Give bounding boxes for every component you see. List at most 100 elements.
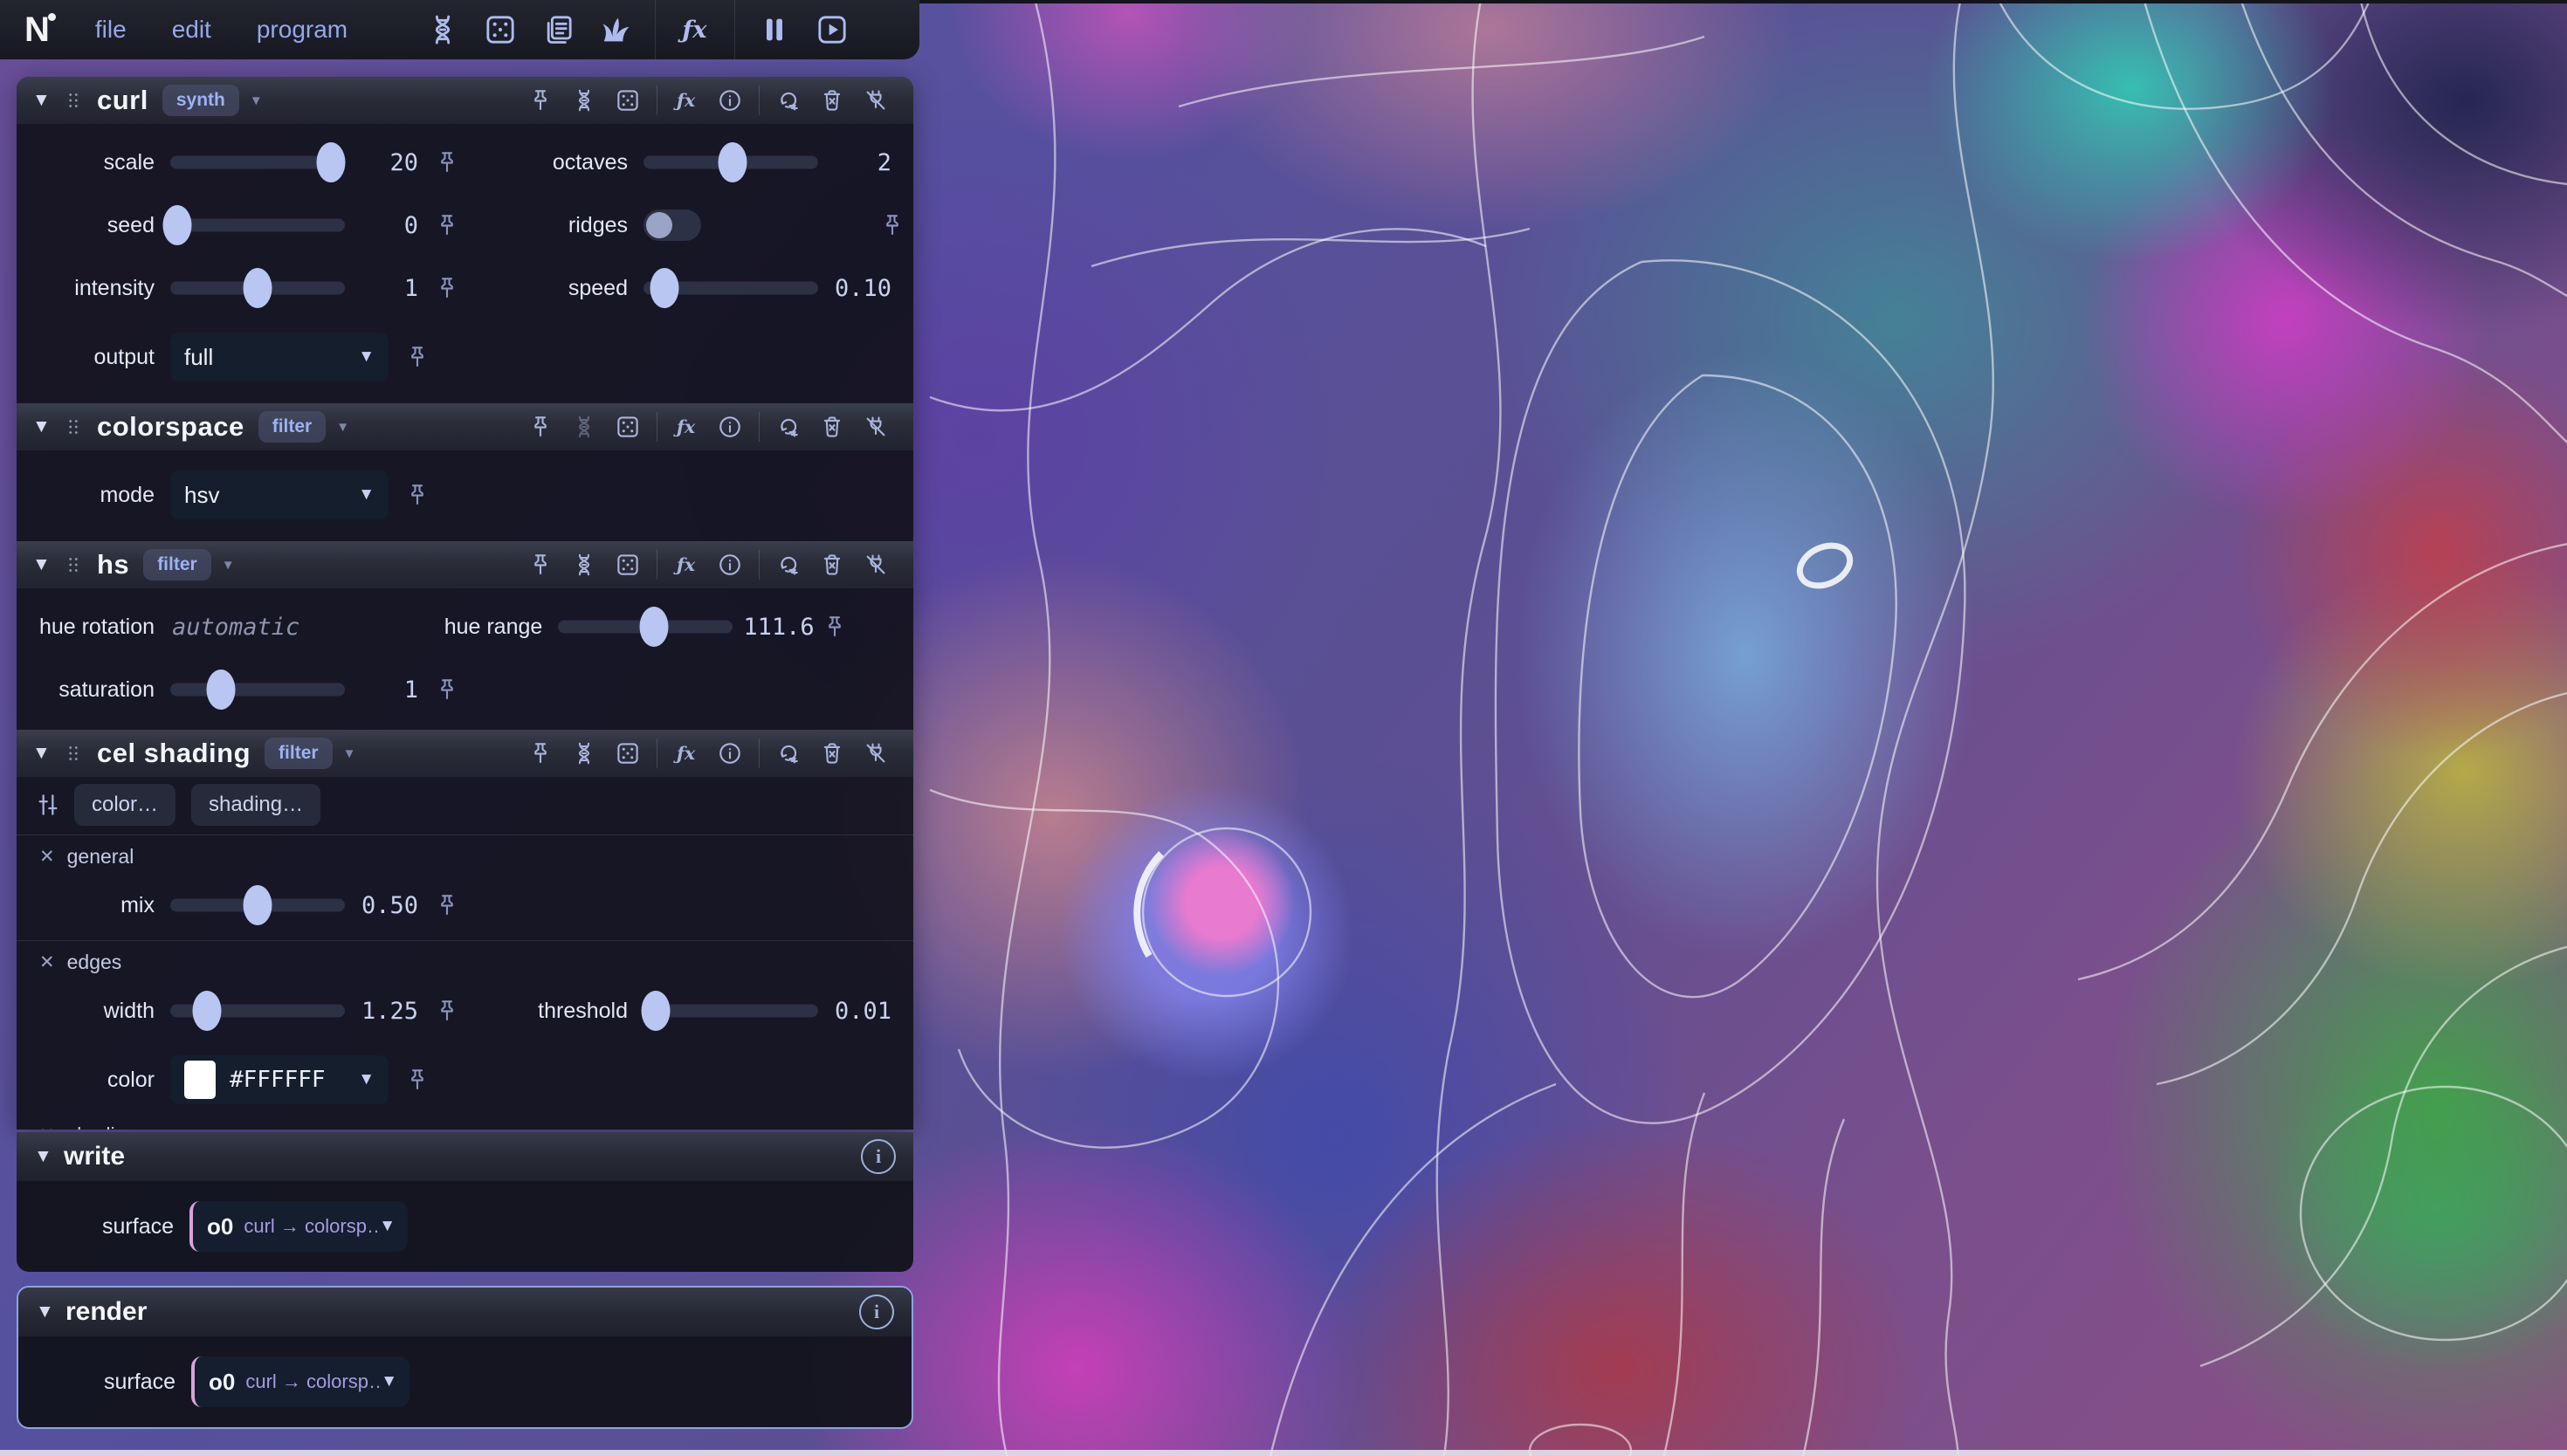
fx-icon[interactable] <box>672 551 700 579</box>
copy-icon[interactable] <box>539 10 577 49</box>
dice-icon[interactable] <box>614 413 642 441</box>
dna-icon[interactable] <box>570 86 598 114</box>
node-type-badge[interactable]: filter <box>265 738 333 769</box>
menu-file[interactable]: file <box>95 16 127 44</box>
edge-color-dropdown[interactable]: #FFFFFF ▼ <box>170 1055 389 1104</box>
play-icon[interactable] <box>813 10 851 49</box>
pin-icon[interactable] <box>526 413 554 441</box>
dice-icon[interactable] <box>481 10 520 49</box>
pin-icon[interactable] <box>907 275 913 301</box>
delete-icon[interactable] <box>818 739 846 767</box>
section-close-icon[interactable]: ✕ <box>39 846 55 868</box>
node-type-badge[interactable]: filter <box>143 549 211 580</box>
hue-range-slider[interactable] <box>558 606 733 648</box>
ridges-toggle[interactable] <box>643 209 701 241</box>
section-close-icon[interactable]: ✕ <box>39 951 55 973</box>
badge-caret-icon[interactable]: ▼ <box>222 558 235 573</box>
bypass-icon[interactable] <box>862 86 890 114</box>
bypass-icon[interactable] <box>862 413 890 441</box>
node-type-badge[interactable]: synth <box>162 85 239 116</box>
info-icon[interactable] <box>716 739 744 767</box>
info-icon[interactable] <box>716 86 744 114</box>
collapse-icon[interactable]: ▼ <box>32 416 62 437</box>
seed-slider[interactable] <box>170 204 345 246</box>
section-label: general <box>67 845 134 869</box>
dice-icon[interactable] <box>614 86 642 114</box>
render-surface-dropdown[interactable]: o0 curl → colorsp… ▼ <box>191 1356 409 1407</box>
pin-icon[interactable] <box>907 998 913 1024</box>
pin-icon[interactable] <box>907 149 913 175</box>
bypass-icon[interactable] <box>862 551 890 579</box>
grass-icon[interactable] <box>596 10 635 49</box>
menu-edit[interactable]: edit <box>172 16 211 44</box>
cycle-icon[interactable] <box>774 739 802 767</box>
cycle-icon[interactable] <box>774 551 802 579</box>
delete-icon[interactable] <box>818 86 846 114</box>
output-dropdown[interactable]: full ▼ <box>170 333 389 381</box>
bypass-icon[interactable] <box>862 739 890 767</box>
badge-caret-icon[interactable]: ▼ <box>336 420 349 435</box>
pin-icon[interactable] <box>526 551 554 579</box>
pin-icon[interactable] <box>434 892 460 918</box>
info-icon[interactable] <box>716 551 744 579</box>
dice-icon[interactable] <box>614 739 642 767</box>
drag-handle-icon[interactable] <box>62 552 85 578</box>
pause-icon[interactable] <box>755 10 794 49</box>
drag-handle-icon[interactable] <box>62 87 85 113</box>
collapse-icon[interactable]: ▼ <box>32 90 62 111</box>
dna-icon[interactable] <box>570 739 598 767</box>
param-tab-shading[interactable]: shading… <box>191 784 320 826</box>
width-slider[interactable] <box>170 990 345 1032</box>
pin-icon[interactable] <box>434 676 460 703</box>
pin-icon[interactable] <box>404 1067 430 1093</box>
cycle-icon[interactable] <box>774 413 802 441</box>
pin-icon[interactable] <box>434 275 460 301</box>
pin-icon[interactable] <box>879 212 905 238</box>
delete-icon[interactable] <box>818 551 846 579</box>
info-icon[interactable] <box>716 413 744 441</box>
collapse-icon[interactable]: ▼ <box>32 554 62 575</box>
fx-icon[interactable] <box>676 10 714 49</box>
dna-icon[interactable] <box>570 551 598 579</box>
saturation-slider[interactable] <box>170 669 345 711</box>
delete-icon[interactable] <box>818 413 846 441</box>
fx-icon[interactable] <box>672 413 700 441</box>
speed-slider[interactable] <box>643 267 818 309</box>
fx-icon[interactable] <box>672 739 700 767</box>
pin-icon[interactable] <box>434 998 460 1024</box>
drag-handle-icon[interactable] <box>62 414 85 440</box>
threshold-slider[interactable] <box>643 990 818 1032</box>
collapse-icon[interactable]: ▼ <box>32 743 62 764</box>
dice-icon[interactable] <box>614 551 642 579</box>
info-icon[interactable]: i <box>861 1139 896 1174</box>
pin-icon[interactable] <box>526 739 554 767</box>
write-surface-dropdown[interactable]: o0 curl → colorsp… ▼ <box>189 1201 408 1252</box>
panel-cel-shading: ▼ cel shading filter ▼ <box>17 730 913 1130</box>
mixer-icon[interactable] <box>34 791 62 819</box>
cycle-icon[interactable] <box>774 86 802 114</box>
dna-icon[interactable] <box>570 413 598 441</box>
pin-icon[interactable] <box>404 344 430 370</box>
pin-icon[interactable] <box>822 614 848 640</box>
pin-icon[interactable] <box>526 86 554 114</box>
badge-caret-icon[interactable]: ▼ <box>250 93 263 108</box>
mix-slider[interactable] <box>170 884 345 926</box>
pin-icon[interactable] <box>404 482 430 508</box>
collapse-icon[interactable]: ▼ <box>34 1146 64 1167</box>
octaves-slider[interactable] <box>643 141 818 183</box>
fx-icon[interactable] <box>672 86 700 114</box>
scale-slider[interactable] <box>170 141 345 183</box>
node-type-badge[interactable]: filter <box>258 411 327 443</box>
drag-handle-icon[interactable] <box>62 740 85 766</box>
menu-program[interactable]: program <box>257 16 348 44</box>
pin-icon[interactable] <box>434 149 460 175</box>
param-tab-color[interactable]: color… <box>74 784 175 826</box>
badge-caret-icon[interactable]: ▼ <box>343 746 356 761</box>
info-icon[interactable]: i <box>859 1295 894 1329</box>
mode-dropdown[interactable]: hsv ▼ <box>170 470 389 519</box>
intensity-slider[interactable] <box>170 267 345 309</box>
app-logo[interactable]: N <box>24 12 50 47</box>
collapse-icon[interactable]: ▼ <box>36 1301 65 1322</box>
dna-icon[interactable] <box>423 10 462 49</box>
pin-icon[interactable] <box>434 212 460 238</box>
